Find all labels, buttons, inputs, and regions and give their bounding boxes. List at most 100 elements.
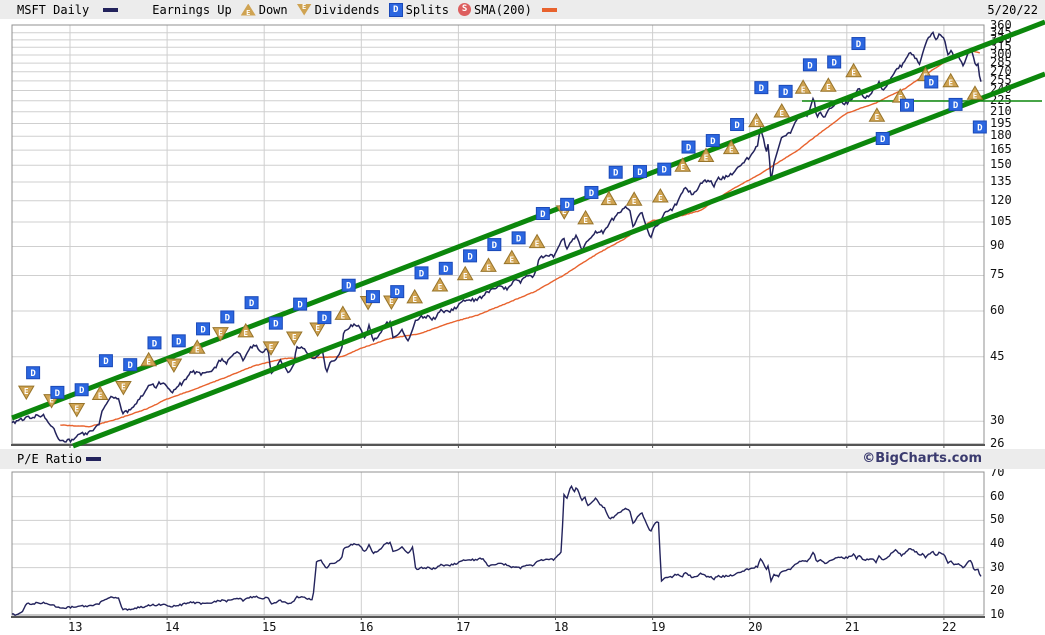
svg-text:D: D [856, 40, 862, 50]
svg-text:D: D [613, 169, 619, 179]
price-axis-tick-label: 105 [990, 214, 1012, 228]
svg-text:D: D [516, 234, 522, 244]
earnings-up-marker: E [917, 66, 934, 82]
legend-bar: MSFT Daily Earnings Up E Down E Dividend… [0, 0, 1045, 19]
svg-text:E: E [826, 83, 831, 92]
pe-ratio-line [11, 484, 982, 617]
price-axis-tick-label: 75 [990, 267, 1005, 281]
earnings-up-marker: E [600, 190, 618, 206]
pe-line-swatch [86, 457, 102, 461]
legend-dividends-label: Dividends [314, 2, 380, 17]
earnings-up-marker: E [577, 209, 594, 225]
year-axis-label: 13 [68, 620, 83, 634]
svg-text:E: E [24, 387, 29, 396]
svg-text:E: E [632, 197, 637, 206]
pe-ratio-label: P/E Ratio [17, 452, 83, 466]
svg-text:E: E [438, 283, 443, 292]
dividend-marker: D [123, 358, 138, 372]
svg-text:E: E [562, 207, 567, 216]
dividend-marker: D [268, 316, 283, 330]
svg-text:E: E [463, 272, 468, 281]
svg-text:D: D [297, 301, 303, 311]
price-axis-tick-label: 26 [990, 436, 1005, 450]
year-axis-label: 19 [651, 620, 666, 634]
earnings-up-icon: E [240, 3, 256, 17]
dividend-marker: D [390, 285, 405, 299]
earnings-up-marker: E [845, 62, 862, 78]
earnings-down-marker: E [555, 205, 573, 220]
earnings-down-marker: E [68, 403, 86, 418]
dividend-marker: D [608, 165, 623, 179]
earnings-up-marker: E [819, 77, 837, 92]
svg-text:D: D [540, 210, 546, 220]
earnings-down-marker: E [17, 385, 35, 401]
earnings-up-marker: E [91, 385, 109, 400]
svg-text:E: E [49, 396, 54, 405]
earnings-down-marker: E [165, 358, 183, 373]
dividend-marker: D [584, 185, 599, 199]
earnings-down-marker: E [309, 322, 326, 337]
dividend-marker: D [560, 197, 575, 211]
svg-text:E: E [412, 295, 417, 304]
dividend-marker: D [924, 75, 939, 89]
svg-text:E: E [704, 154, 709, 163]
earnings-up-marker: E [942, 72, 960, 88]
svg-text:D: D [783, 88, 789, 98]
svg-text:E: E [146, 358, 151, 367]
pe-axis-tick-label: 40 [990, 536, 1005, 550]
svg-text:D: D [904, 102, 910, 112]
svg-text:D: D [249, 299, 255, 309]
svg-text:D: D [977, 123, 983, 133]
dividend-marker: D [74, 383, 89, 397]
svg-text:D: D [589, 189, 595, 199]
dividend-marker: D [730, 118, 745, 132]
year-axis-label: 21 [845, 620, 860, 634]
dividend-marker: D [438, 261, 453, 275]
price-line [11, 30, 982, 444]
pe-axis-tick-label: 30 [990, 560, 1005, 574]
pe-axis-tick-label: 60 [990, 489, 1005, 503]
pe-axis-tick-label: 20 [990, 583, 1005, 597]
earnings-up-marker: E [140, 351, 158, 367]
dividend-marker: D [365, 290, 380, 304]
price-axis-tick-label: 135 [990, 174, 1012, 188]
dividend-marker: D [827, 55, 842, 69]
dividend-marker: D [293, 297, 308, 311]
svg-text:D: D [346, 282, 352, 292]
price-axis-tick-label: 30 [990, 413, 1005, 427]
svg-text:D: D [929, 78, 935, 88]
svg-text:E: E [486, 263, 491, 272]
dividend-marker: D [26, 366, 41, 380]
dividend-marker: D [244, 296, 259, 310]
dividend-marker: D [171, 334, 186, 348]
dividend-marker: D [900, 98, 915, 112]
price-and-pe-charts: E E E E E E E E E E E E E E E E E E E E E E E E E E E E E E E E E E E E E E E E… [11, 19, 1045, 620]
earnings-up-marker: E [674, 157, 692, 172]
earnings-up-marker: E [503, 249, 521, 265]
earnings-up-marker: E [480, 257, 497, 272]
plot-border [11, 471, 985, 616]
earnings-down-marker: E [359, 295, 377, 311]
earnings-up-marker: E [966, 85, 984, 100]
pe-axis-tick-label: 10 [990, 607, 1005, 621]
svg-text:E: E [729, 146, 734, 155]
dividend-marker: D [535, 207, 550, 221]
svg-text:D: D [564, 201, 570, 211]
svg-text:E: E [851, 69, 856, 78]
svg-text:E: E [535, 240, 540, 249]
dividend-marker: D [972, 120, 987, 134]
svg-text:E: E [389, 297, 394, 306]
svg-text:E: E [779, 109, 784, 118]
earnings-up-marker: E [722, 139, 740, 155]
svg-text:E: E [366, 297, 371, 306]
year-axis-label: 18 [554, 620, 569, 634]
svg-text:E: E [875, 113, 880, 122]
channel-upper [11, 19, 1045, 421]
symbol-label: MSFT Daily [17, 2, 90, 17]
svg-text:D: D [710, 137, 716, 147]
dividend-marker: D [778, 84, 793, 98]
bigcharts-watermark: ©BigCharts.com [862, 451, 982, 466]
svg-text:E: E [292, 333, 297, 342]
earnings-up-marker: E [237, 322, 255, 338]
svg-text:E: E [75, 405, 80, 414]
